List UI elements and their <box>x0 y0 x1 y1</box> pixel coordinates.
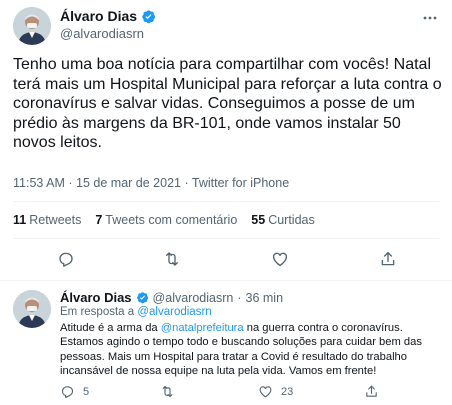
like-icon[interactable] <box>271 250 289 268</box>
tweet-timestamp: 11:53 AM · 15 de mar de 2021 · Twitter f… <box>13 176 289 190</box>
reply-actions: 5 23 <box>60 384 440 400</box>
tweet-text: Tenho uma boa notícia para compartilhar … <box>13 56 442 152</box>
meta-separator: · <box>237 290 242 305</box>
tweet-time[interactable]: 11:53 AM <box>13 176 65 190</box>
reply-reply-action[interactable]: 5 <box>60 384 89 399</box>
tweet-date[interactable]: 15 de mar de 2021 <box>76 176 181 190</box>
replying-to-mention[interactable]: @alvarodiasrn <box>137 306 211 318</box>
replying-prefix: Em resposta a <box>60 306 135 318</box>
more-icon[interactable] <box>422 10 438 26</box>
reply-retweet-action[interactable] <box>160 384 175 399</box>
retweet-icon <box>162 385 173 398</box>
like-count: 23 <box>281 385 294 398</box>
avatar[interactable] <box>13 7 51 45</box>
reply-share-action[interactable] <box>364 384 379 399</box>
replying-to: Em resposta a @alvarodiasrn <box>60 306 212 318</box>
reply-like-action[interactable]: 23 <box>258 384 293 399</box>
tweet-stats: 11 Retweets 7 Tweets com comentário 55 Curt… <box>13 213 315 227</box>
retweet-icon[interactable] <box>163 250 181 268</box>
quote-tweets-stat[interactable]: 7 Tweets com comentário <box>95 213 237 227</box>
like-icon <box>259 386 272 398</box>
divider <box>13 238 439 239</box>
reply-handle[interactable]: @alvarodiasrn <box>153 291 234 305</box>
reply-text-start: Atitude é a arma da <box>60 322 158 334</box>
tweet-actions <box>0 250 452 270</box>
author-name-row: Álvaro Dias <box>60 8 156 24</box>
reply-text-mention[interactable]: @natalprefeitura <box>161 322 244 334</box>
reply-text: Atitude é a arma da @natalprefeitura na … <box>60 321 445 379</box>
reply-time[interactable]: 36 min <box>246 291 284 305</box>
share-icon <box>366 385 377 397</box>
reply-display-name[interactable]: Álvaro Dias <box>60 290 132 305</box>
reply-header: Álvaro Dias @alvarodiasrn · 36 min <box>60 290 283 305</box>
reply-icon <box>61 386 74 398</box>
meta-separator: · <box>68 176 73 190</box>
verified-badge-icon <box>136 291 149 304</box>
share-icon[interactable] <box>379 250 397 268</box>
likes-stat[interactable]: 55 Curtidas <box>251 213 314 227</box>
author-handle[interactable]: @alvarodiasrn <box>60 26 144 41</box>
display-name[interactable]: Álvaro Dias <box>60 8 137 24</box>
reply-icon[interactable] <box>57 250 75 268</box>
avatar[interactable] <box>13 290 51 328</box>
verified-badge-icon <box>141 9 156 24</box>
retweets-stat[interactable]: 11 Retweets <box>13 213 81 227</box>
divider <box>13 201 439 202</box>
reply-count: 5 <box>83 385 90 398</box>
meta-separator: · <box>184 176 189 190</box>
tweet-source[interactable]: Twitter for iPhone <box>192 176 289 190</box>
divider <box>0 280 452 281</box>
